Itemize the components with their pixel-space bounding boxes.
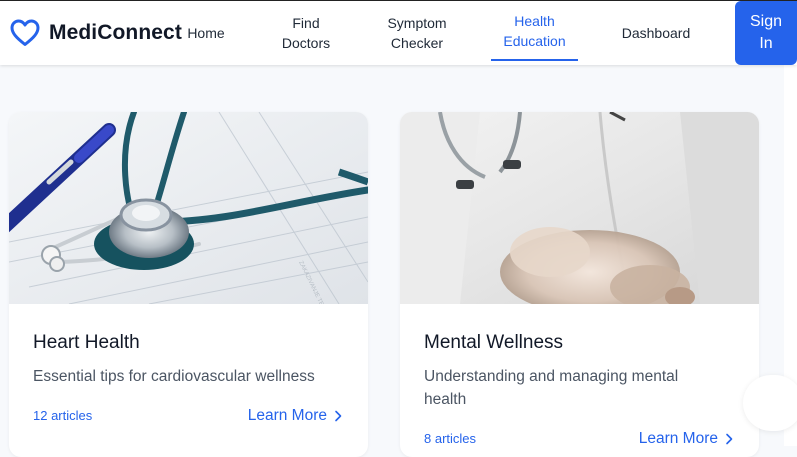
learn-more-label: Learn More [247,407,327,424]
nav-find-doctors[interactable]: Find Doctors [270,0,342,65]
nav-home[interactable]: Home [182,0,230,65]
nav-find-doctors-label-line2: Doctors [281,34,331,51]
nav-find-doctors-label-line1: Find [292,14,320,31]
nav-symptom-checker-label-line1: Symptom [387,14,447,31]
card-description: Essential tips for cardiovascular wellne… [33,368,315,385]
chevron-right-icon [335,410,342,422]
active-tab-underline [491,59,578,61]
floating-action-button[interactable] [743,375,797,431]
card-description: Understanding and managing mental health [424,368,679,408]
topic-card-mental-wellness[interactable]: Mental Wellness Understanding and managi… [400,112,759,457]
nav-health-education-label-line2: Education [503,33,566,49]
heart-outline-icon [10,19,40,46]
nav-health-education[interactable]: Health Education [491,0,578,62]
sign-in-button[interactable]: Sign In [735,1,797,65]
topic-card-heart-health[interactable]: ZAKAZIVANJE TERMINA Heart Health Essenti… [9,112,368,457]
top-navigation-bar: MediConnect Home Find Doctors Symptom Ch… [0,0,797,65]
learn-more-link[interactable]: Learn More [639,430,733,448]
article-count: 8 articles [424,431,477,446]
doctor-in-white-coat-with-gloves-image [400,112,759,304]
nav-dashboard-label: Dashboard [621,24,691,41]
article-count: 12 articles [33,408,93,423]
nav-health-education-label-line1: Health [514,13,555,29]
nav-symptom-checker[interactable]: Symptom Checker [376,0,458,65]
nav-home-label: Home [187,24,225,41]
chevron-right-icon [726,433,733,445]
sign-in-label-line2: In [759,35,773,52]
card-title: Mental Wellness [424,332,564,353]
sign-in-label-line1: Sign [749,13,783,30]
nav-symptom-checker-label-line2: Checker [390,34,444,51]
brand-name[interactable]: MediConnect [49,21,182,45]
stethoscope-on-medical-chart-image: ZAKAZIVANJE TERMINA [9,112,368,304]
nav-dashboard[interactable]: Dashboard [612,0,700,65]
learn-more-label: Learn More [638,430,718,447]
card-title: Heart Health [33,332,140,353]
learn-more-link[interactable]: Learn More [248,407,342,425]
